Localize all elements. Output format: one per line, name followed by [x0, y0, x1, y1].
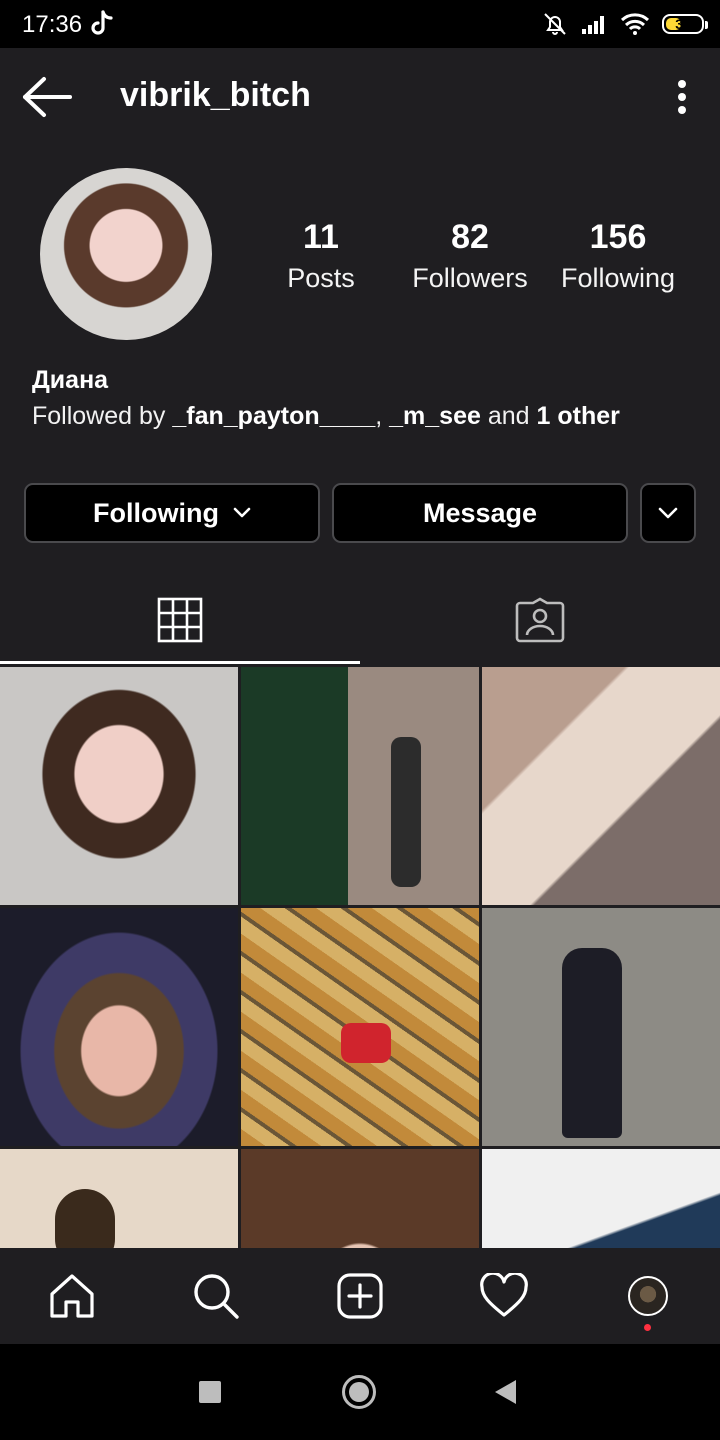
post-thumbnail[interactable] — [482, 667, 720, 905]
post-thumbnail[interactable] — [0, 667, 238, 905]
grid-icon — [157, 597, 203, 643]
chevron-down-icon — [233, 507, 251, 518]
heart-icon — [480, 1273, 528, 1317]
post-thumbnail[interactable] — [241, 667, 479, 905]
stat-following[interactable]: 156 Following — [548, 218, 688, 294]
followed-by-prefix: Followed by — [32, 402, 173, 430]
nav-profile[interactable] — [576, 1248, 720, 1344]
active-tab-indicator — [0, 661, 360, 664]
tiktok-icon — [91, 10, 113, 35]
add-post-icon — [337, 1273, 383, 1319]
nav-search[interactable] — [144, 1248, 288, 1344]
followed-by-text[interactable]: Followed by _fan_payton____, _m_see and … — [32, 402, 620, 431]
follower-link[interactable]: _fan_payton____ — [172, 402, 375, 430]
nav-new-post[interactable] — [288, 1248, 432, 1344]
post-thumbnail[interactable] — [0, 908, 238, 1146]
nav-home[interactable] — [0, 1248, 144, 1344]
followed-by-separator: , — [375, 402, 390, 430]
post-thumbnail[interactable] — [241, 908, 479, 1146]
system-navigation-bar — [0, 1344, 720, 1440]
message-button-label: Message — [422, 497, 538, 528]
back-triangle-icon[interactable] — [492, 1378, 518, 1406]
home-button-icon[interactable] — [342, 1375, 376, 1409]
following-count: 156 — [589, 218, 647, 256]
followers-count: 82 — [451, 218, 489, 256]
following-button[interactable]: Following — [24, 483, 320, 543]
tab-posts-grid[interactable] — [0, 576, 360, 664]
post-thumbnail[interactable] — [241, 1149, 479, 1249]
message-button[interactable]: Message — [332, 483, 628, 543]
posts-count: 11 — [303, 218, 339, 256]
followed-by-and: and — [480, 402, 537, 430]
follower-link[interactable]: _m_see — [389, 402, 481, 430]
status-icons: 35 — [542, 10, 708, 38]
suggested-accounts-button[interactable] — [640, 483, 696, 543]
home-icon — [50, 1274, 94, 1318]
signal-icon — [582, 16, 604, 34]
profile-username: vibrik_bitch — [120, 76, 311, 114]
more-options-icon[interactable] — [670, 78, 694, 118]
recent-apps-icon[interactable] — [199, 1381, 221, 1403]
stat-posts[interactable]: 11 Posts — [251, 218, 391, 294]
tagged-icon — [515, 597, 565, 643]
tab-tagged[interactable] — [360, 576, 720, 664]
following-label: Following — [560, 263, 676, 293]
nav-activity[interactable] — [432, 1248, 576, 1344]
wifi-icon — [620, 13, 650, 35]
other-followers-link[interactable]: 1 other — [537, 402, 620, 430]
post-thumbnail[interactable] — [482, 908, 720, 1146]
posts-grid — [0, 667, 720, 1249]
battery-icon: 35 — [662, 14, 708, 34]
followers-label: Followers — [412, 263, 528, 293]
status-time: 17:36 — [22, 11, 83, 38]
stat-followers[interactable]: 82 Followers — [400, 218, 540, 294]
post-thumbnail[interactable] — [0, 1149, 238, 1249]
battery-level: 35 — [675, 16, 691, 32]
back-arrow-icon[interactable] — [20, 74, 74, 120]
post-thumbnail[interactable] — [482, 1149, 720, 1249]
chevron-down-icon — [658, 507, 678, 519]
bottom-navigation — [0, 1248, 720, 1344]
profile-avatar-small — [628, 1276, 668, 1316]
profile-full-name: Диана — [32, 366, 109, 394]
search-icon — [194, 1274, 239, 1319]
mute-bell-icon — [544, 13, 566, 35]
notification-dot — [644, 1324, 651, 1331]
posts-label: Posts — [287, 263, 355, 293]
profile-avatar[interactable] — [40, 168, 212, 340]
following-button-label: Following — [93, 497, 219, 528]
